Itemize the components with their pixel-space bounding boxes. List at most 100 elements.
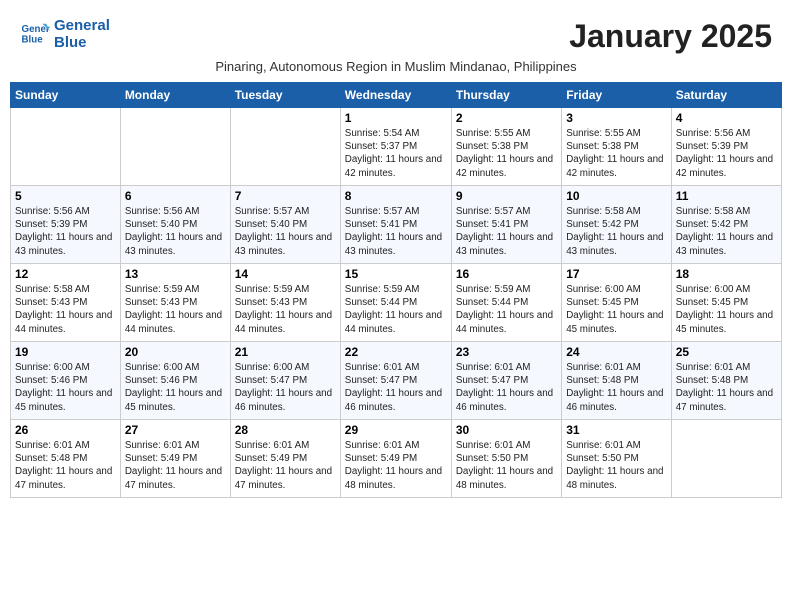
subtitle: Pinaring, Autonomous Region in Muslim Mi…: [10, 59, 782, 74]
day-info: Sunrise: 6:01 AM Sunset: 5:49 PM Dayligh…: [235, 439, 336, 492]
weekday-header-sunday: Sunday: [11, 83, 121, 108]
calendar-cell: 4 Sunrise: 5:56 AM Sunset: 5:39 PM Daylig…: [671, 108, 781, 186]
day-info: Sunrise: 6:01 AM Sunset: 5:49 PM Dayligh…: [125, 439, 226, 492]
weekday-header-wednesday: Wednesday: [340, 83, 451, 108]
calendar-cell: [671, 420, 781, 498]
weekday-header-monday: Monday: [120, 83, 230, 108]
calendar-cell: 20 Sunrise: 6:00 AM Sunset: 5:46 PM Dayli…: [120, 342, 230, 420]
calendar-week-row: 1 Sunrise: 5:54 AM Sunset: 5:37 PM Daylig…: [11, 108, 782, 186]
calendar-cell: 31 Sunrise: 6:01 AM Sunset: 5:50 PM Dayli…: [562, 420, 672, 498]
logo: General Blue General Blue: [20, 18, 110, 51]
day-number: 17: [566, 267, 667, 281]
day-info: Sunrise: 6:00 AM Sunset: 5:46 PM Dayligh…: [125, 361, 226, 414]
day-number: 30: [456, 423, 557, 437]
day-info: Sunrise: 6:00 AM Sunset: 5:45 PM Dayligh…: [566, 283, 667, 336]
calendar-cell: 18Sunrise: 6:00 AM Sunset: 5:45 PM Dayli…: [671, 264, 781, 342]
calendar-cell: 12 Sunrise: 5:58 AM Sunset: 5:43 PM Dayli…: [11, 264, 121, 342]
day-info: Sunrise: 6:01 AM Sunset: 5:48 PM Dayligh…: [676, 361, 777, 414]
day-number: 13: [125, 267, 226, 281]
day-info: Sunrise: 5:56 AM Sunset: 5:39 PM Dayligh…: [15, 205, 116, 258]
calendar-cell: 5Sunrise: 5:56 AM Sunset: 5:39 PM Daylig…: [11, 186, 121, 264]
day-number: 1: [345, 111, 447, 125]
day-number: 20: [125, 345, 226, 359]
calendar-cell: 13 Sunrise: 5:59 AM Sunset: 5:43 PM Dayli…: [120, 264, 230, 342]
calendar-cell: 29Sunrise: 6:01 AM Sunset: 5:49 PM Dayli…: [340, 420, 451, 498]
day-info: Sunrise: 5:58 AM Sunset: 5:43 PM Dayligh…: [15, 283, 116, 336]
calendar-cell: 30 Sunrise: 6:01 AM Sunset: 5:50 PM Dayli…: [451, 420, 561, 498]
day-number: 2: [456, 111, 557, 125]
day-info: Sunrise: 5:58 AM Sunset: 5:42 PM Dayligh…: [566, 205, 667, 258]
calendar-cell: 10 Sunrise: 5:58 AM Sunset: 5:42 PM Dayli…: [562, 186, 672, 264]
day-info: Sunrise: 6:01 AM Sunset: 5:47 PM Dayligh…: [345, 361, 447, 414]
calendar-cell: 2 Sunrise: 5:55 AM Sunset: 5:38 PM Daylig…: [451, 108, 561, 186]
weekday-header-friday: Friday: [562, 83, 672, 108]
day-info: Sunrise: 6:01 AM Sunset: 5:48 PM Dayligh…: [15, 439, 116, 492]
calendar-cell: 3 Sunrise: 5:55 AM Sunset: 5:38 PM Daylig…: [562, 108, 672, 186]
day-number: 22: [345, 345, 447, 359]
logo-line2: Blue: [54, 35, 87, 52]
day-info: Sunrise: 5:57 AM Sunset: 5:40 PM Dayligh…: [235, 205, 336, 258]
calendar-week-row: 5Sunrise: 5:56 AM Sunset: 5:39 PM Daylig…: [11, 186, 782, 264]
calendar-week-row: 12 Sunrise: 5:58 AM Sunset: 5:43 PM Dayli…: [11, 264, 782, 342]
day-info: Sunrise: 6:01 AM Sunset: 5:50 PM Dayligh…: [566, 439, 667, 492]
calendar-cell: 14Sunrise: 5:59 AM Sunset: 5:43 PM Dayli…: [230, 264, 340, 342]
weekday-header-tuesday: Tuesday: [230, 83, 340, 108]
calendar-cell: 28Sunrise: 6:01 AM Sunset: 5:49 PM Dayli…: [230, 420, 340, 498]
day-number: 8: [345, 189, 447, 203]
calendar-cell: 11Sunrise: 5:58 AM Sunset: 5:42 PM Dayli…: [671, 186, 781, 264]
day-number: 11: [676, 189, 777, 203]
day-number: 4: [676, 111, 777, 125]
day-info: Sunrise: 6:01 AM Sunset: 5:48 PM Dayligh…: [566, 361, 667, 414]
day-info: Sunrise: 5:56 AM Sunset: 5:40 PM Dayligh…: [125, 205, 226, 258]
day-number: 10: [566, 189, 667, 203]
day-number: 9: [456, 189, 557, 203]
calendar-cell: [11, 108, 121, 186]
header: General Blue General Blue January 2025: [10, 10, 782, 55]
day-info: Sunrise: 5:59 AM Sunset: 5:44 PM Dayligh…: [456, 283, 557, 336]
day-number: 7: [235, 189, 336, 203]
day-number: 21: [235, 345, 336, 359]
weekday-header-row: SundayMondayTuesdayWednesdayThursdayFrid…: [11, 83, 782, 108]
weekday-header-saturday: Saturday: [671, 83, 781, 108]
day-info: Sunrise: 6:01 AM Sunset: 5:47 PM Dayligh…: [456, 361, 557, 414]
day-info: Sunrise: 6:01 AM Sunset: 5:50 PM Dayligh…: [456, 439, 557, 492]
day-info: Sunrise: 5:57 AM Sunset: 5:41 PM Dayligh…: [345, 205, 447, 258]
day-number: 25: [676, 345, 777, 359]
day-info: Sunrise: 5:55 AM Sunset: 5:38 PM Dayligh…: [456, 127, 557, 180]
day-number: 15: [345, 267, 447, 281]
day-number: 26: [15, 423, 116, 437]
day-number: 24: [566, 345, 667, 359]
calendar-cell: 21Sunrise: 6:00 AM Sunset: 5:47 PM Dayli…: [230, 342, 340, 420]
day-number: 12: [15, 267, 116, 281]
day-number: 19: [15, 345, 116, 359]
day-info: Sunrise: 5:54 AM Sunset: 5:37 PM Dayligh…: [345, 127, 447, 180]
day-info: Sunrise: 5:59 AM Sunset: 5:43 PM Dayligh…: [125, 283, 226, 336]
logo-line1: General: [54, 18, 110, 35]
calendar-week-row: 19 Sunrise: 6:00 AM Sunset: 5:46 PM Dayli…: [11, 342, 782, 420]
weekday-header-thursday: Thursday: [451, 83, 561, 108]
day-number: 16: [456, 267, 557, 281]
day-info: Sunrise: 5:59 AM Sunset: 5:43 PM Dayligh…: [235, 283, 336, 336]
day-number: 31: [566, 423, 667, 437]
day-number: 27: [125, 423, 226, 437]
calendar-cell: 15 Sunrise: 5:59 AM Sunset: 5:44 PM Dayli…: [340, 264, 451, 342]
calendar-week-row: 26 Sunrise: 6:01 AM Sunset: 5:48 PM Dayli…: [11, 420, 782, 498]
calendar-cell: 16 Sunrise: 5:59 AM Sunset: 5:44 PM Dayli…: [451, 264, 561, 342]
day-info: Sunrise: 5:55 AM Sunset: 5:38 PM Dayligh…: [566, 127, 667, 180]
calendar-cell: 25 Sunrise: 6:01 AM Sunset: 5:48 PM Dayli…: [671, 342, 781, 420]
calendar-cell: 8 Sunrise: 5:57 AM Sunset: 5:41 PM Daylig…: [340, 186, 451, 264]
calendar-cell: 24 Sunrise: 6:01 AM Sunset: 5:48 PM Dayli…: [562, 342, 672, 420]
calendar-cell: [120, 108, 230, 186]
day-number: 3: [566, 111, 667, 125]
day-info: Sunrise: 6:00 AM Sunset: 5:46 PM Dayligh…: [15, 361, 116, 414]
calendar-cell: 22 Sunrise: 6:01 AM Sunset: 5:47 PM Dayli…: [340, 342, 451, 420]
calendar-cell: 27 Sunrise: 6:01 AM Sunset: 5:49 PM Dayli…: [120, 420, 230, 498]
day-info: Sunrise: 5:59 AM Sunset: 5:44 PM Dayligh…: [345, 283, 447, 336]
day-info: Sunrise: 5:56 AM Sunset: 5:39 PM Dayligh…: [676, 127, 777, 180]
calendar-cell: [230, 108, 340, 186]
day-number: 29: [345, 423, 447, 437]
calendar-cell: 6Sunrise: 5:56 AM Sunset: 5:40 PM Daylig…: [120, 186, 230, 264]
day-number: 23: [456, 345, 557, 359]
calendar-cell: 1 Sunrise: 5:54 AM Sunset: 5:37 PM Daylig…: [340, 108, 451, 186]
calendar-table: SundayMondayTuesdayWednesdayThursdayFrid…: [10, 82, 782, 498]
